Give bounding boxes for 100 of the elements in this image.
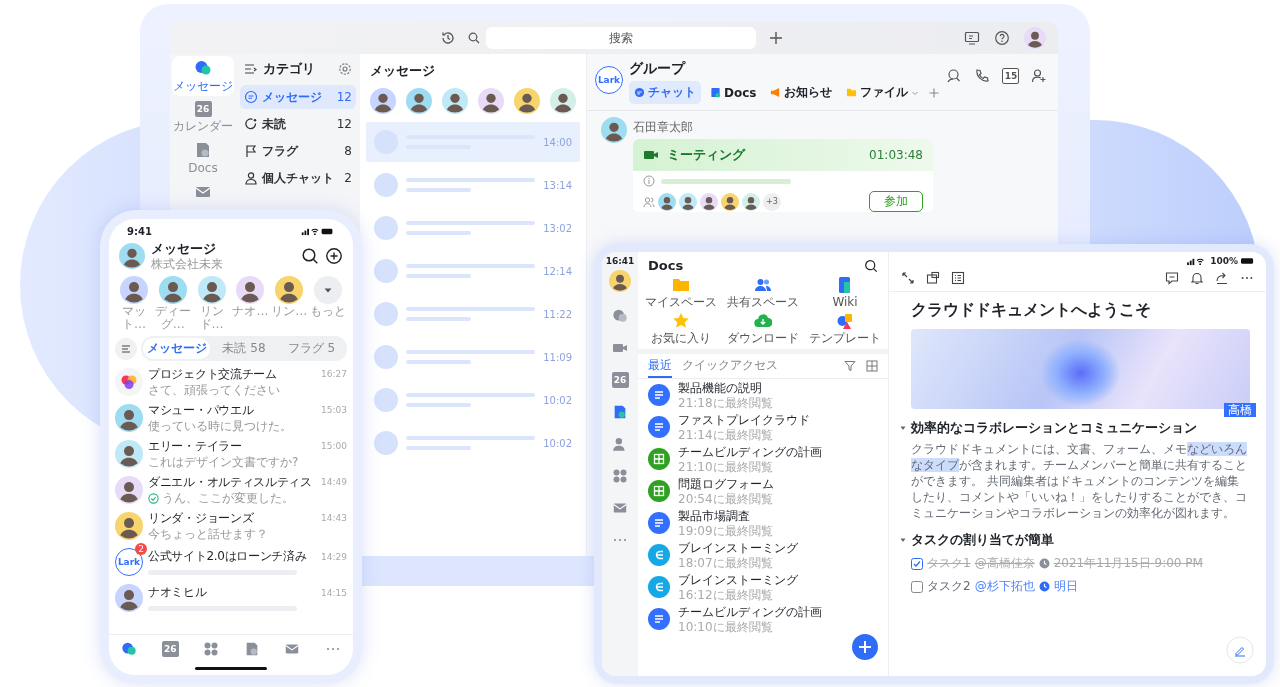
tab[interactable]: メッセージ: [143, 338, 211, 359]
tab[interactable]: 最近: [648, 354, 672, 378]
shortcut-button[interactable]: 共有スペース: [722, 276, 804, 309]
history-icon[interactable]: [440, 30, 456, 46]
collapse-caret-icon[interactable]: [899, 536, 907, 544]
avatar[interactable]: [197, 276, 226, 304]
avatar[interactable]: [514, 88, 540, 114]
search-members-icon[interactable]: [946, 68, 963, 84]
file-item[interactable]: ファストプレイクラウド 21:14に最終閲覧: [638, 411, 888, 443]
screen-icon[interactable]: [964, 30, 980, 46]
shortcut-button[interactable]: マイスペース: [640, 276, 722, 309]
add-icon[interactable]: [325, 247, 343, 265]
share-icon[interactable]: [1215, 271, 1229, 285]
search-field[interactable]: 搜索: [486, 27, 756, 49]
outline-icon[interactable]: [951, 271, 965, 285]
chat-time: 14:43: [321, 513, 347, 523]
file-name: 問題ログフォーム: [678, 476, 774, 492]
bell-icon[interactable]: [1190, 271, 1204, 285]
grid-icon[interactable]: [866, 360, 878, 372]
search-icon[interactable]: [864, 258, 878, 273]
sender-name: 石田章太郎: [633, 119, 694, 136]
chat-tab[interactable]: チャット: [629, 81, 701, 104]
file-item[interactable]: 製品機能の説明 21:18に最終閲覧: [638, 379, 888, 411]
document-icon[interactable]: [612, 404, 628, 420]
chat-item[interactable]: マシュー・パウエル 15:03 使っている時に見つけた。: [109, 400, 353, 436]
file-item[interactable]: チームビルディングの計画 21:10に最終閲覧: [638, 443, 888, 475]
avatar[interactable]: [120, 276, 148, 304]
expand-icon[interactable]: [901, 271, 915, 285]
status-time: 16:41: [605, 256, 635, 266]
apps-icon[interactable]: [612, 468, 628, 484]
user-avatar[interactable]: [119, 243, 145, 269]
file-name: チームビルディングの計画: [678, 604, 822, 620]
comment-icon[interactable]: [1165, 271, 1179, 285]
panel-title: Docs: [648, 258, 684, 273]
shortcut-button[interactable]: ダウンロード: [722, 312, 804, 345]
file-item[interactable]: 製品市場調査 19:09に最終閲覧: [638, 507, 888, 539]
chat-item[interactable]: エリー・テイラー 15:00 これはデザイン文書ですか?: [109, 436, 353, 472]
file-item[interactable]: ブレインストーミング 18:07に最終閲覧: [638, 539, 888, 571]
avatar[interactable]: [442, 88, 468, 114]
avatar[interactable]: [370, 88, 396, 114]
menu-icon[interactable]: [244, 62, 258, 76]
settings-icon[interactable]: [338, 62, 352, 76]
chat-item[interactable]: プロジェクト交流チーム 16:27 さて、頑張ってください: [109, 364, 353, 400]
avatar[interactable]: [601, 117, 627, 143]
category-item[interactable]: 未読 12: [240, 112, 356, 136]
join-button[interactable]: 参加: [869, 191, 923, 212]
shortcut-button[interactable]: お気に入り: [640, 312, 722, 345]
clock-icon: [1038, 558, 1050, 569]
help-icon[interactable]: [994, 30, 1010, 46]
window-icon[interactable]: [926, 271, 940, 285]
chat-item[interactable]: ダニエル・オルティスルティス 14:49 うん、ここが変更した。: [109, 472, 353, 508]
calendar-icon[interactable]: 15: [1002, 68, 1020, 84]
message-time: 14:00: [543, 136, 572, 148]
category-item[interactable]: 個人チャット 2: [240, 166, 356, 190]
add-member-icon[interactable]: [1031, 68, 1048, 84]
assignee-mention[interactable]: @杉下拓也: [974, 578, 1035, 595]
avatar[interactable]: [550, 88, 576, 114]
category-item[interactable]: メッセージ 12: [240, 85, 356, 109]
user-avatar[interactable]: [609, 270, 631, 292]
avatar[interactable]: [406, 88, 432, 114]
chat-tab[interactable]: お知らせ: [765, 81, 838, 104]
info-icon: [643, 175, 655, 187]
chat-item[interactable]: Lark 2 公式サイト2.0はローンチ済み 14:29: [109, 544, 353, 580]
avatar[interactable]: [236, 276, 265, 304]
search-icon[interactable]: [301, 247, 319, 265]
filter-icon[interactable]: [844, 360, 856, 372]
avatar[interactable]: [275, 276, 304, 304]
text-placeholder-bar: [406, 360, 471, 364]
chat-bubbles-icon[interactable]: [121, 641, 138, 657]
task-checkbox[interactable]: [911, 580, 923, 593]
apps-icon[interactable]: [203, 641, 220, 657]
collapse-caret-icon[interactable]: [899, 424, 907, 432]
add-button[interactable]: [852, 634, 878, 660]
file-item[interactable]: 問題ログフォーム 20:54に最終閲覧: [638, 475, 888, 507]
shortcut-button[interactable]: Wiki: [804, 276, 886, 309]
rail-item[interactable]: メッセージ: [172, 56, 234, 96]
shortcut-button[interactable]: テンプレート: [804, 312, 886, 345]
chat-item[interactable]: リンダ・ジョーンズ 14:43 今ちょっと話せます？: [109, 508, 353, 544]
file-item[interactable]: チームビルディングの計画 10:10に最終閲覧: [638, 603, 888, 635]
message-time: 12:14: [543, 265, 572, 277]
chat-time: 14:29: [321, 551, 347, 562]
chat-item[interactable]: ナオミヒル 14:15: [109, 580, 353, 616]
chat-tab[interactable]: Docs: [705, 82, 762, 103]
avatar[interactable]: [478, 88, 504, 114]
task-checkbox[interactable]: [911, 557, 923, 570]
avatar: [721, 192, 739, 211]
mindmap-icon: [648, 576, 670, 598]
phone-icon[interactable]: [974, 68, 991, 84]
tab[interactable]: クイックアクセス: [682, 354, 778, 378]
user-avatar[interactable]: [1024, 27, 1046, 49]
avatar[interactable]: [158, 276, 187, 304]
category-item[interactable]: フラグ 8: [240, 139, 356, 163]
plus-icon[interactable]: [768, 30, 784, 46]
section-heading: タスクの割り当てが簡単: [911, 531, 1054, 549]
chat-tab[interactable]: ファイル: [841, 81, 925, 104]
filter-button[interactable]: [115, 337, 137, 360]
file-item[interactable]: ブレインストーミング 16:12に最終閲覧: [638, 571, 888, 603]
chat-bubbles-icon[interactable]: [612, 308, 628, 324]
expand-button[interactable]: [314, 276, 342, 304]
file-name: ブレインストーミング: [678, 572, 798, 588]
